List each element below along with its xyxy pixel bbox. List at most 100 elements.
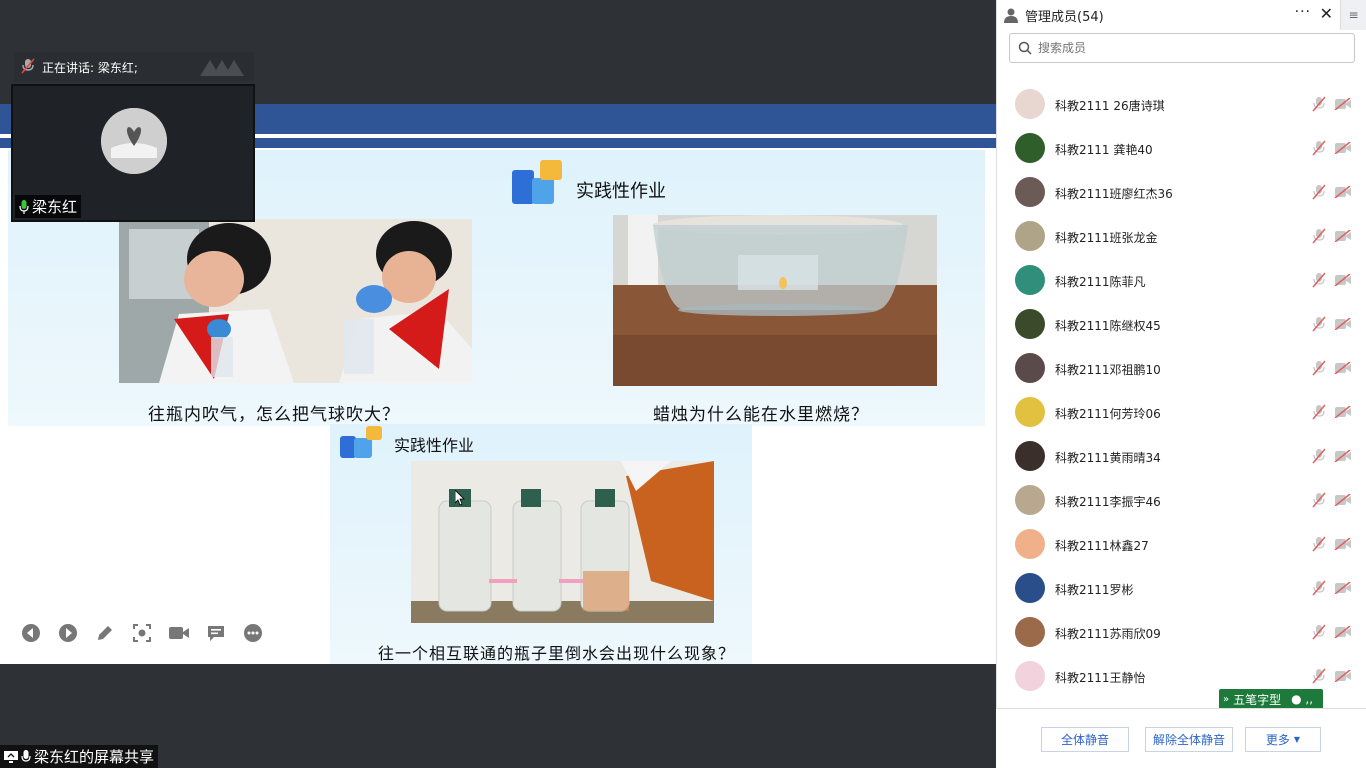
- mute-all-button[interactable]: 全体静音: [1041, 727, 1129, 752]
- member-avatar: [1015, 221, 1045, 251]
- screenshot-icon[interactable]: [131, 622, 153, 644]
- mic-off-icon[interactable]: [1312, 580, 1326, 596]
- member-name: 科教2111李振宇46: [1055, 495, 1161, 509]
- mic-off-icon[interactable]: [1312, 448, 1326, 464]
- panel-footer: 全体静音 解除全体静音 更多 ▼: [996, 708, 1366, 768]
- mic-off-icon[interactable]: [1312, 96, 1326, 112]
- member-row[interactable]: 科教2111陈菲凡: [997, 259, 1366, 303]
- member-row[interactable]: 科教2111班廖红杰36: [997, 171, 1366, 215]
- member-row[interactable]: 科教2111 龚艳40: [997, 127, 1366, 171]
- member-row[interactable]: 科教2111李振宇46: [997, 479, 1366, 523]
- slide-title-bottom: 实践性作业: [394, 436, 475, 455]
- panel-menu-button[interactable]: ≡: [1340, 0, 1366, 30]
- camera-off-icon[interactable]: [1334, 362, 1352, 374]
- camera-off-icon[interactable]: [1334, 142, 1352, 154]
- member-row[interactable]: 科教2111陈继权45: [997, 303, 1366, 347]
- cursor-icon: [455, 490, 465, 506]
- presenter-video-tile[interactable]: 梁东红: [11, 84, 255, 222]
- mic-off-icon[interactable]: [1312, 404, 1326, 420]
- member-avatar: [1015, 617, 1045, 647]
- camera-off-icon[interactable]: [1334, 450, 1352, 462]
- screen-share-label: 梁东红的屏幕共享: [0, 745, 159, 768]
- mic-active-icon: [19, 199, 29, 214]
- mic-off-icon[interactable]: [1312, 184, 1326, 200]
- ime-label: 五笔字型: [1233, 692, 1282, 707]
- member-search[interactable]: [1009, 33, 1355, 63]
- camera-off-icon[interactable]: [1334, 230, 1352, 242]
- member-name: 科教2111 26唐诗琪: [1055, 99, 1165, 113]
- member-avatar: [1015, 177, 1045, 207]
- camera-off-icon[interactable]: [1334, 582, 1352, 594]
- more-icon[interactable]: [242, 622, 264, 644]
- camera-off-icon[interactable]: [1334, 274, 1352, 286]
- camera-off-icon[interactable]: [1334, 626, 1352, 638]
- panel-title: 管理成员(54): [1025, 9, 1104, 25]
- panel-close-button[interactable]: ✕: [1320, 4, 1333, 23]
- more-button[interactable]: 更多 ▼: [1245, 727, 1321, 752]
- member-name: 科教2111陈菲凡: [1055, 275, 1146, 289]
- mic-off-icon[interactable]: [1312, 536, 1326, 552]
- mic-off-icon[interactable]: [1312, 492, 1326, 508]
- member-name: 科教2111陈继权45: [1055, 319, 1161, 333]
- member-avatar: [1015, 309, 1045, 339]
- unmute-all-button[interactable]: 解除全体静音: [1145, 727, 1233, 752]
- member-name: 科教2111林鑫27: [1055, 539, 1149, 553]
- member-row[interactable]: 科教2111 26唐诗琪: [997, 83, 1366, 127]
- camera-off-icon[interactable]: [1334, 494, 1352, 506]
- member-name: 科教2111班廖红杰36: [1055, 187, 1173, 201]
- presenter-name: 梁东红: [32, 198, 78, 216]
- photo-boys-balloon: [119, 219, 472, 383]
- mic-off-icon[interactable]: [1312, 140, 1326, 156]
- camera-off-icon[interactable]: [1334, 98, 1352, 110]
- member-row[interactable]: 科教2111黄雨晴34: [997, 435, 1366, 479]
- app-logo-icon: [200, 60, 244, 76]
- presenter-avatar: [101, 108, 167, 174]
- camera-off-icon[interactable]: [1334, 406, 1352, 418]
- mic-off-icon[interactable]: [1312, 228, 1326, 244]
- mic-off-icon[interactable]: [1312, 624, 1326, 640]
- mic-off-icon[interactable]: [1312, 272, 1326, 288]
- member-name: 科教2111班张龙金: [1055, 231, 1158, 245]
- screen-share-text: 梁东红的屏幕共享: [34, 748, 155, 766]
- member-name: 科教2111何芳玲06: [1055, 407, 1161, 421]
- member-avatar: [1015, 485, 1045, 515]
- panel-more-button[interactable]: ···: [1295, 4, 1311, 20]
- next-icon[interactable]: [57, 622, 79, 644]
- panel-header: 管理成员(54) ··· ✕: [997, 0, 1341, 30]
- presenter-name-tag: 梁东红: [15, 195, 82, 218]
- more-button-label: 更多: [1265, 733, 1290, 747]
- member-row[interactable]: 科教2111苏雨欣09: [997, 611, 1366, 655]
- camera-icon[interactable]: [168, 622, 190, 644]
- member-avatar: [1015, 397, 1045, 427]
- puzzle-icon: [512, 156, 564, 206]
- member-row[interactable]: 科教2111班张龙金: [997, 215, 1366, 259]
- prev-icon[interactable]: [20, 622, 42, 644]
- slide-title-top: 实践性作业: [576, 181, 666, 202]
- camera-off-icon[interactable]: [1334, 318, 1352, 330]
- member-row[interactable]: 科教2111罗彬: [997, 567, 1366, 611]
- member-name: 科教2111 龚艳40: [1055, 143, 1153, 157]
- member-avatar: [1015, 441, 1045, 471]
- pen-icon[interactable]: [94, 622, 116, 644]
- camera-off-icon[interactable]: [1334, 186, 1352, 198]
- mic-off-icon[interactable]: [1312, 668, 1326, 684]
- member-name: 科教2111邓祖鹏10: [1055, 363, 1161, 377]
- camera-off-icon[interactable]: [1334, 670, 1352, 682]
- photo-connected-bottles: [411, 461, 714, 623]
- comment-icon[interactable]: [205, 622, 227, 644]
- member-avatar: [1015, 133, 1045, 163]
- mic-off-icon[interactable]: [1312, 316, 1326, 332]
- ime-dot-icon: ● ,,: [1291, 692, 1314, 706]
- mic-off-icon[interactable]: [1312, 360, 1326, 376]
- ime-indicator[interactable]: » 五笔字型 ● ,,: [1219, 689, 1323, 709]
- caption-left: 往瓶内吹气，怎么把气球吹大？: [148, 405, 400, 425]
- search-icon: [1018, 41, 1032, 55]
- member-search-input[interactable]: [1038, 41, 1338, 55]
- camera-off-icon[interactable]: [1334, 538, 1352, 550]
- member-row[interactable]: 科教2111何芳玲06: [997, 391, 1366, 435]
- member-row[interactable]: 科教2111林鑫27: [997, 523, 1366, 567]
- member-row[interactable]: 科教2111邓祖鹏10: [997, 347, 1366, 391]
- slide-toolbar: [20, 622, 264, 644]
- puzzle-icon-small: [340, 426, 384, 458]
- member-list: 科教2111 26唐诗琪 科教2111 龚艳40 科教2111班廖红杰36 科教211…: [997, 83, 1366, 707]
